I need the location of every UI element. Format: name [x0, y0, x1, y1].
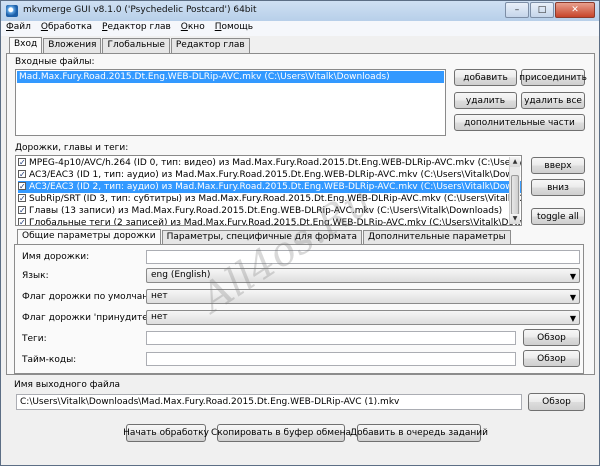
timecodes-label: Тайм-коды: — [22, 355, 77, 365]
tab-format-specific-options[interactable]: Параметры, специфичные для формата — [161, 230, 363, 244]
toggle-all-button[interactable]: toggle all — [531, 208, 585, 225]
chevron-down-icon: ▼ — [569, 272, 576, 281]
track-name-label: Имя дорожки: — [22, 252, 90, 262]
output-file-label: Имя выходного файла — [14, 380, 121, 390]
output-file-input[interactable]: C:\Users\Vitalk\Downloads\Mad.Max.Fury.R… — [16, 394, 522, 410]
menu-bar: Файл Обработка Редактор глав Окно Помощь — [1, 21, 599, 36]
track-checkbox[interactable]: ✓ — [18, 181, 26, 190]
timecodes-input[interactable] — [146, 352, 516, 366]
default-flag-label: Флаг дорожки по умолчанию: — [22, 292, 165, 302]
start-muxing-button[interactable]: Начать обработку — [123, 424, 209, 442]
app-window: mkvmerge GUI v8.1.0 ('Psychedelic Postca… — [0, 0, 600, 466]
tags-browse-button[interactable]: Обзор — [523, 329, 580, 346]
copy-to-clipboard-button[interactable]: Скопировать в буфер обмена — [211, 424, 351, 442]
title-bar[interactable]: mkvmerge GUI v8.1.0 ('Psychedelic Postca… — [1, 1, 599, 22]
move-up-button[interactable]: вверх — [531, 157, 585, 174]
track-row[interactable]: ✓ Глобальные теги (2 записей) из Mad.Max.… — [18, 217, 521, 225]
menu-window[interactable]: Окно — [176, 21, 210, 36]
window-controls: – □ ✕ — [504, 2, 595, 19]
tracks-label: Дорожки, главы и теги: — [15, 143, 129, 153]
track-row[interactable]: ✓ AC3/EAC3 (ID 2, тип: аудио) из Mad.Max.… — [18, 181, 521, 193]
default-flag-select[interactable]: нет ▼ — [146, 289, 580, 304]
menu-file[interactable]: Файл — [1, 21, 36, 36]
track-row[interactable]: ✓ Главы (13 записи) из Mad.Max.Fury.Road.… — [18, 205, 521, 217]
chevron-down-icon: ▼ — [569, 314, 576, 323]
forced-flag-select[interactable]: нет ▼ — [146, 310, 580, 325]
output-browse-button[interactable]: Обзор — [528, 393, 585, 411]
chevron-down-icon: ▼ — [569, 293, 576, 302]
language-select[interactable]: eng (English) ▼ — [146, 268, 580, 283]
language-label: Язык: — [22, 271, 49, 281]
track-row[interactable]: ✓ SubRip/SRT (ID 3, тип: субтитры) из Mad… — [18, 193, 521, 205]
app-icon — [6, 5, 18, 17]
tab-extra-options[interactable]: Дополнительные параметры — [363, 230, 511, 244]
input-files-label: Входные файлы: — [15, 57, 95, 67]
menu-processing[interactable]: Обработка — [36, 21, 97, 36]
track-options-tabs: Общие параметры дорожки Параметры, специ… — [17, 229, 512, 245]
input-files-list[interactable]: Mad.Max.Fury.Road.2015.Dt.Eng.WEB-DLRip-… — [15, 69, 446, 136]
move-down-button[interactable]: вниз — [531, 179, 585, 196]
tab-attachments[interactable]: Вложения — [43, 38, 102, 53]
main-tabs: Вход Вложения Глобальные Редактор глав — [9, 37, 251, 54]
close-button[interactable]: ✕ — [555, 2, 595, 18]
input-file-item[interactable]: Mad.Max.Fury.Road.2015.Dt.Eng.WEB-DLRip-… — [17, 71, 444, 83]
tracks-list[interactable]: ✓ MPEG-4p10/AVC/h.264 (ID 0, тип: видео) … — [15, 155, 522, 226]
additional-parts-button[interactable]: дополнительные части — [454, 114, 585, 131]
append-file-button[interactable]: присоединить — [519, 69, 587, 86]
tab-chapter-editor[interactable]: Редактор глав — [170, 38, 250, 53]
add-file-button[interactable]: добавить — [454, 69, 517, 86]
track-checkbox[interactable]: ✓ — [18, 217, 26, 225]
remove-file-button[interactable]: удалить — [454, 92, 517, 109]
track-name-input[interactable] — [146, 250, 580, 264]
window-title: mkvmerge GUI v8.1.0 ('Psychedelic Postca… — [23, 5, 257, 15]
remove-all-files-button[interactable]: удалить все — [521, 92, 585, 109]
scroll-thumb[interactable] — [511, 175, 519, 215]
track-row[interactable]: ✓ MPEG-4p10/AVC/h.264 (ID 0, тип: видео) … — [18, 157, 521, 169]
tags-label: Теги: — [22, 334, 47, 344]
track-checkbox[interactable]: ✓ — [18, 157, 26, 166]
track-row[interactable]: ✓ AC3/EAC3 (ID 1, тип: аудио) из Mad.Max.… — [18, 169, 521, 181]
track-checkbox[interactable]: ✓ — [18, 205, 26, 214]
track-checkbox[interactable]: ✓ — [18, 169, 26, 178]
minimize-button[interactable]: – — [505, 2, 529, 18]
maximize-button[interactable]: □ — [530, 2, 554, 18]
tags-input[interactable] — [146, 331, 516, 345]
scroll-up-icon[interactable]: ▲ — [510, 157, 520, 167]
scroll-down-icon[interactable]: ▼ — [510, 214, 520, 224]
menu-help[interactable]: Помощь — [210, 21, 258, 36]
tab-input[interactable]: Вход — [9, 37, 43, 54]
timecodes-browse-button[interactable]: Обзор — [523, 350, 580, 367]
menu-chapter-editor[interactable]: Редактор глав — [97, 21, 176, 36]
add-to-job-queue-button[interactable]: Добавить в очередь заданий — [350, 424, 488, 442]
track-checkbox[interactable]: ✓ — [18, 193, 26, 202]
tracks-scrollbar[interactable]: ▲ ▼ — [509, 157, 520, 224]
tab-general-track-options[interactable]: Общие параметры дорожки — [17, 229, 161, 245]
tab-global[interactable]: Глобальные — [102, 38, 170, 53]
